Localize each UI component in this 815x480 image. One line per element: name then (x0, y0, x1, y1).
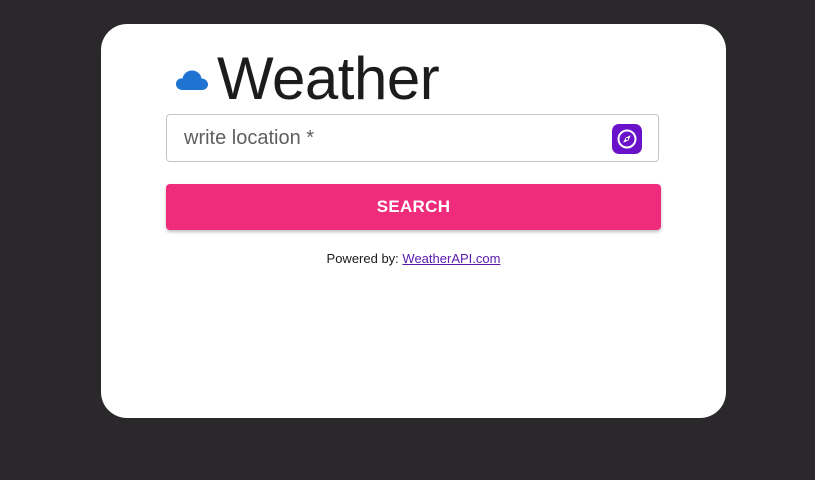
powered-by-label: Powered by: (326, 251, 399, 266)
current-location-button[interactable] (612, 124, 642, 154)
app-header: Weather (175, 45, 440, 112)
search-button[interactable]: SEARCH (166, 184, 661, 230)
cloud-icon-graphic (176, 70, 208, 90)
app-title: Weather (217, 45, 440, 112)
weather-card: Weather SEARCH Powered by: WeatherAPI.co… (101, 24, 726, 418)
powered-by: Powered by: WeatherAPI.com (101, 251, 726, 266)
location-field[interactable] (166, 114, 659, 162)
location-input[interactable] (167, 115, 597, 161)
compass-icon (617, 129, 637, 149)
cloud-icon (175, 62, 217, 97)
weatherapi-link[interactable]: WeatherAPI.com (402, 251, 500, 266)
